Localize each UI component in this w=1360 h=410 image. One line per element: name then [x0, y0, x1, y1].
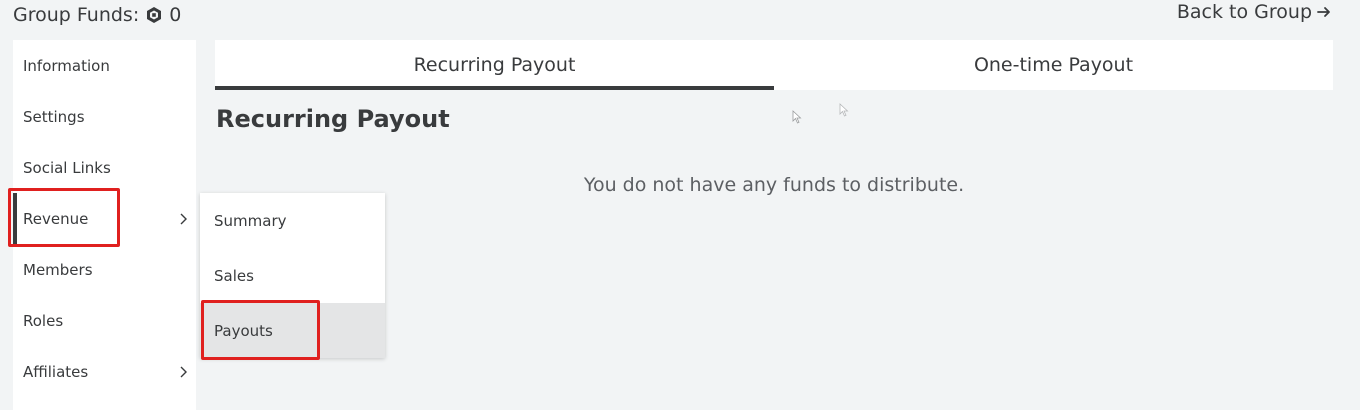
sidebar-item-information[interactable]: Information [13, 40, 196, 91]
group-funds-label: Group Funds: [13, 4, 140, 26]
sidebar-item-label: Roles [23, 311, 64, 330]
empty-state-message: You do not have any funds to distribute. [583, 174, 965, 196]
tab-label: Recurring Payout [413, 54, 576, 76]
mouse-cursor-icon [839, 103, 849, 117]
submenu-item-label: Summary [214, 211, 287, 230]
submenu-item-label: Sales [214, 266, 254, 285]
tab-recurring-payout[interactable]: Recurring Payout [215, 40, 774, 90]
sidebar: Information Settings Social Links Revenu… [13, 40, 196, 410]
sidebar-item-label: Settings [23, 107, 85, 126]
submenu-item-label: Payouts [214, 321, 273, 340]
group-funds-amount: 0 [169, 4, 182, 26]
sidebar-item-label: Affiliates [23, 362, 89, 381]
sidebar-item-social-links[interactable]: Social Links [13, 142, 196, 193]
robux-icon [147, 7, 162, 23]
page-title: Recurring Payout [216, 105, 450, 133]
tab-one-time-payout[interactable]: One-time Payout [774, 40, 1333, 90]
sidebar-item-label: Members [23, 260, 93, 279]
submenu-item-sales[interactable]: Sales [200, 248, 385, 303]
back-to-group-label: Back to Group [1176, 1, 1312, 23]
group-funds: Group Funds: 0 [13, 4, 181, 26]
chevron-right-icon [180, 366, 187, 377]
revenue-submenu: Summary Sales Payouts [200, 193, 385, 358]
sidebar-item-settings[interactable]: Settings [13, 91, 196, 142]
sidebar-item-roles[interactable]: Roles [13, 295, 196, 346]
submenu-item-payouts[interactable]: Payouts [200, 303, 385, 358]
payout-tabs: Recurring Payout One-time Payout [215, 40, 1333, 90]
tab-label: One-time Payout [973, 54, 1134, 76]
back-to-group-link[interactable]: Back to Group [1177, 1, 1332, 23]
mouse-cursor-icon [792, 110, 802, 124]
sidebar-item-members[interactable]: Members [13, 244, 196, 295]
sidebar-item-revenue[interactable]: Revenue [13, 193, 196, 244]
sidebar-item-label: Information [23, 56, 110, 75]
arrow-right-icon [1317, 7, 1330, 17]
submenu-item-summary[interactable]: Summary [200, 193, 385, 248]
sidebar-item-label: Social Links [23, 158, 111, 177]
sidebar-item-affiliates[interactable]: Affiliates [13, 346, 196, 397]
sidebar-item-label: Revenue [23, 209, 89, 228]
chevron-right-icon [180, 213, 187, 224]
